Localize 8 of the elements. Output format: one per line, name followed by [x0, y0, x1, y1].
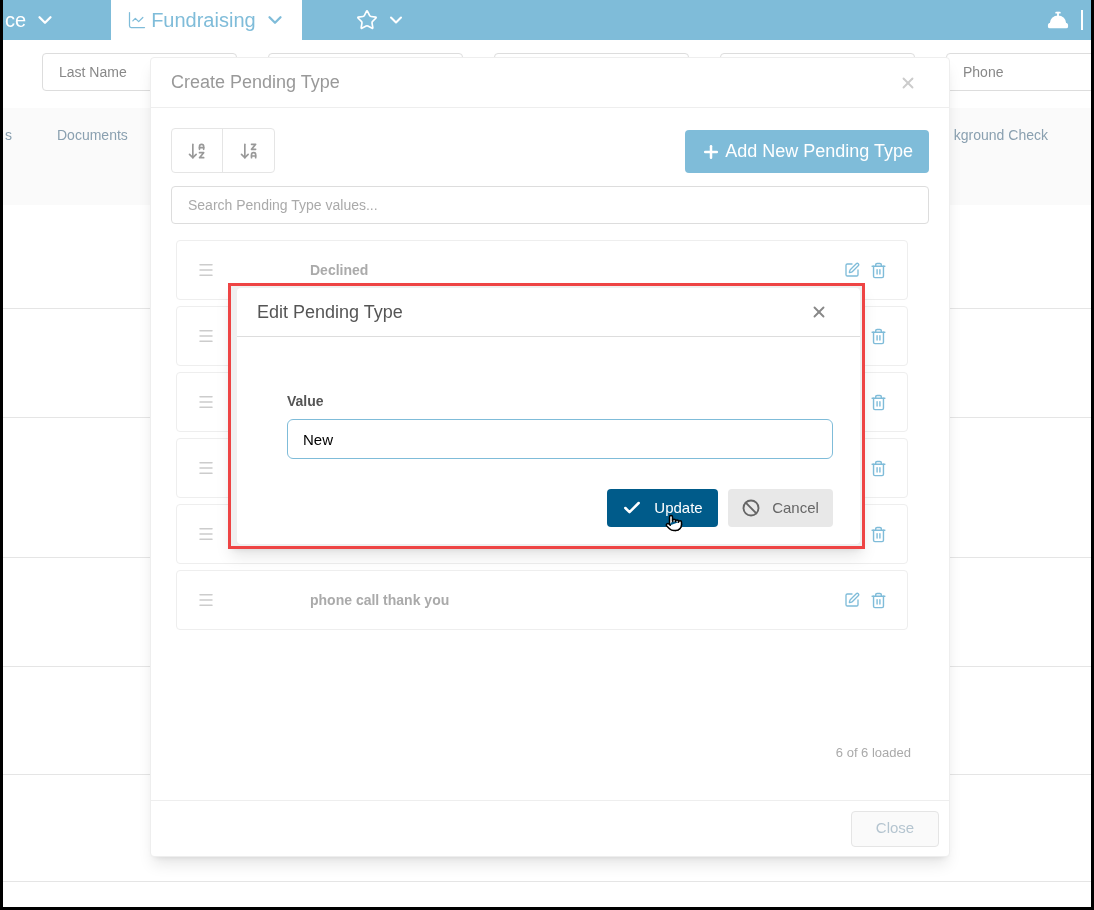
- column-header: Documents: [57, 126, 128, 145]
- field-label: Value: [287, 392, 325, 411]
- column-header: kground Check: [953, 126, 1048, 145]
- column-header: s: [5, 126, 12, 145]
- item-label: phone call thank you: [310, 590, 450, 610]
- item-label: Declined: [310, 260, 369, 280]
- dialog-title: Edit Pending Type: [257, 300, 403, 324]
- loaded-count: 6 of 6 loaded: [835, 743, 911, 762]
